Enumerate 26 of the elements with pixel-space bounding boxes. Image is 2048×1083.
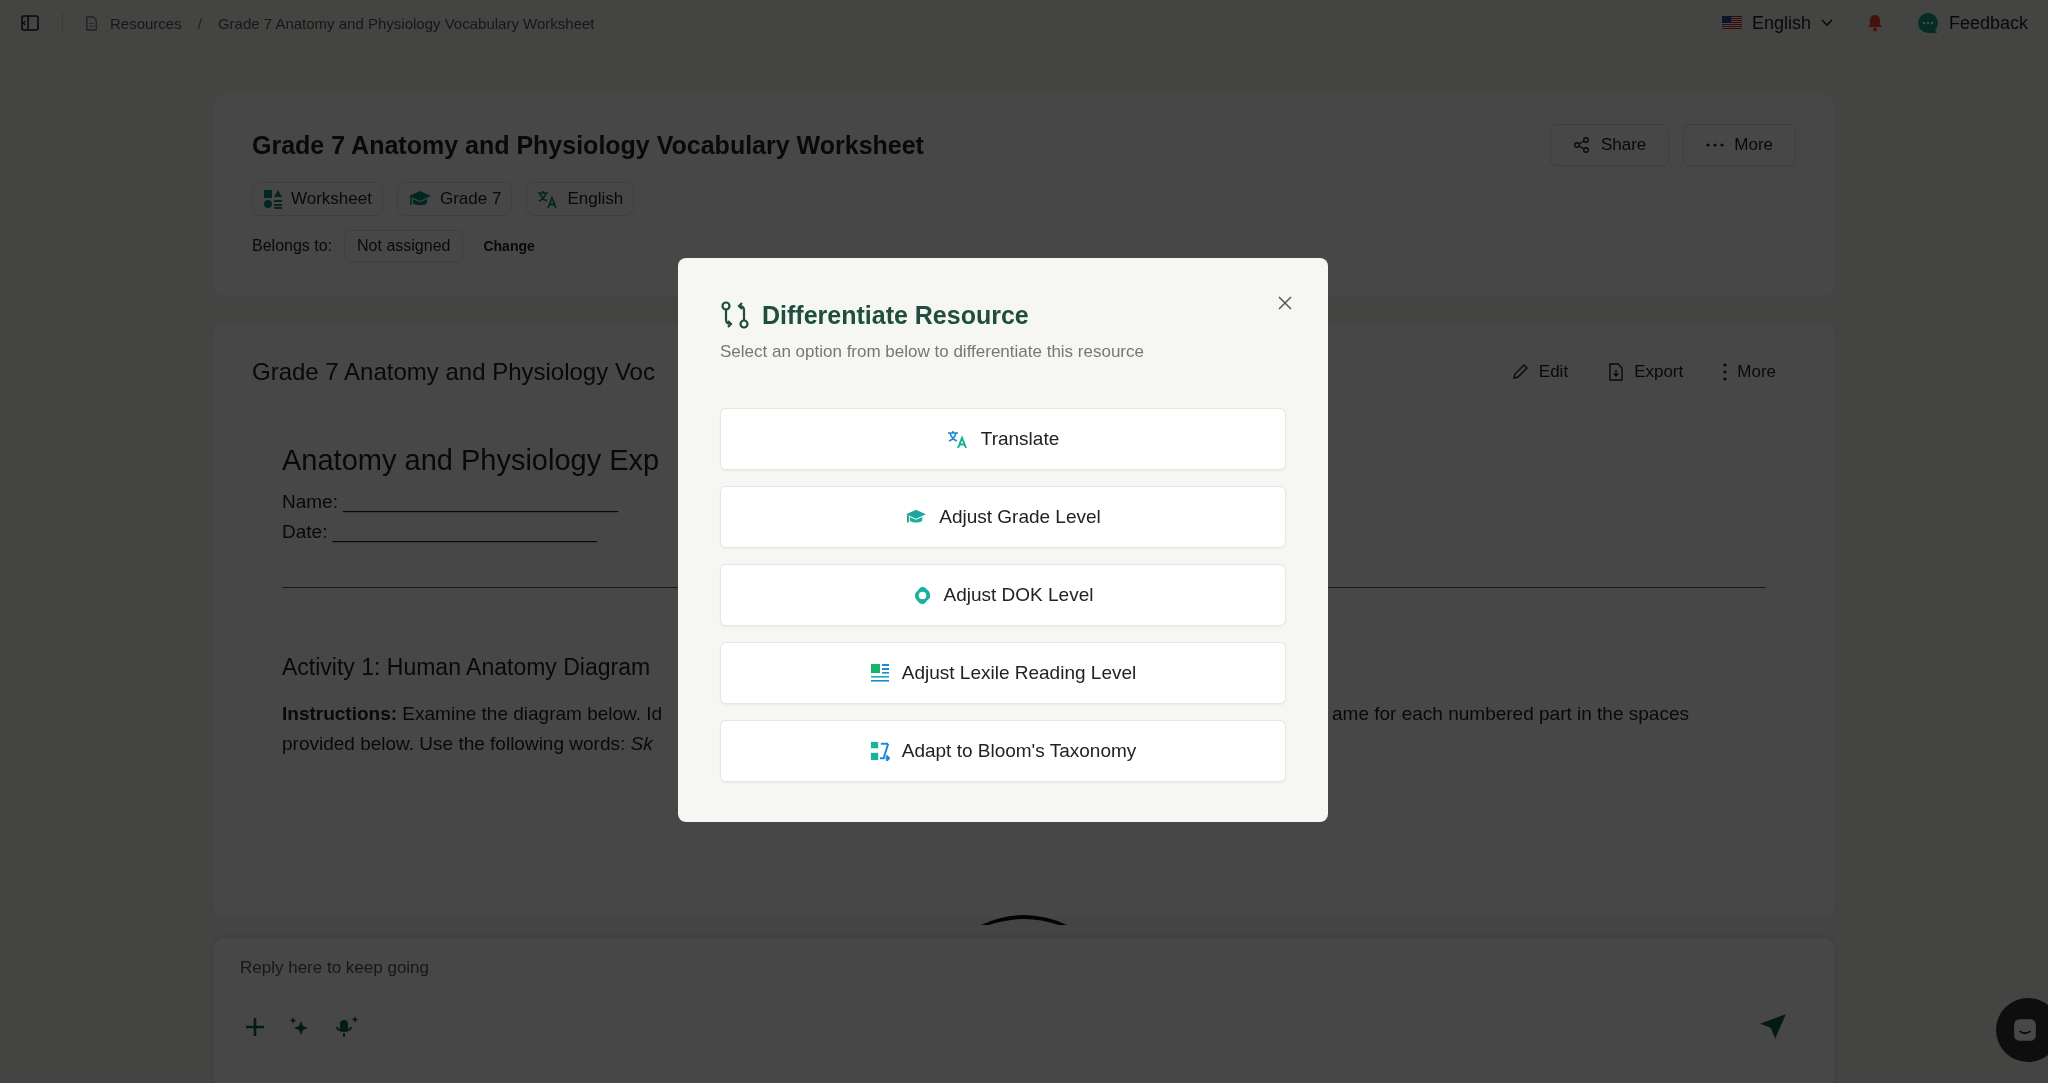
instructions-text: Instructions: Examine the diagram below. Id <box>282 702 663 726</box>
fill-in-line: Name: __________________________ <box>282 491 618 513</box>
text-lines-icon <box>869 663 890 683</box>
change-button[interactable]: Change <box>475 238 543 254</box>
swap-icon <box>720 300 750 330</box>
instructions-text: ame for each numbered part in the spaces <box>1332 702 1689 726</box>
flower-icon <box>912 585 932 605</box>
dialog-title: Differentiate Resource <box>762 300 1029 330</box>
close-icon <box>1278 296 1292 310</box>
dialog-subtitle: Select an option from below to differentiate this resource <box>720 342 1145 362</box>
resource-title: Grade 7 Anatomy and Physiology Vocabulary Worksheet <box>252 130 925 160</box>
activity-heading: Activity 1: Human Anatomy Diagram <box>282 654 651 681</box>
breadcrumb-separator: / <box>197 14 202 32</box>
option-button[interactable]: Adapt to Bloom's Taxonomy <box>720 720 1286 782</box>
option-button[interactable]: Adjust Grade Level <box>720 486 1286 548</box>
document-title: Grade 7 Anatomy and Physiology Voc <box>252 358 656 386</box>
graduation-cap-icon <box>905 508 928 526</box>
option-button[interactable]: Translate <box>720 408 1286 470</box>
belongs-to-label: Belongs to: <box>252 237 333 255</box>
option-button[interactable]: Adjust Lexile Reading Level <box>720 642 1286 704</box>
arrows-icon <box>869 741 890 761</box>
option-button[interactable]: Adjust DOK Level <box>720 564 1286 626</box>
translate-icon <box>946 429 969 449</box>
fill-in-line: Date: _________________________ <box>282 521 597 543</box>
instructions-text: provided below. Use the following words: Sk <box>282 732 653 756</box>
worksheet-heading: Anatomy and Physiology Exp <box>282 444 660 477</box>
